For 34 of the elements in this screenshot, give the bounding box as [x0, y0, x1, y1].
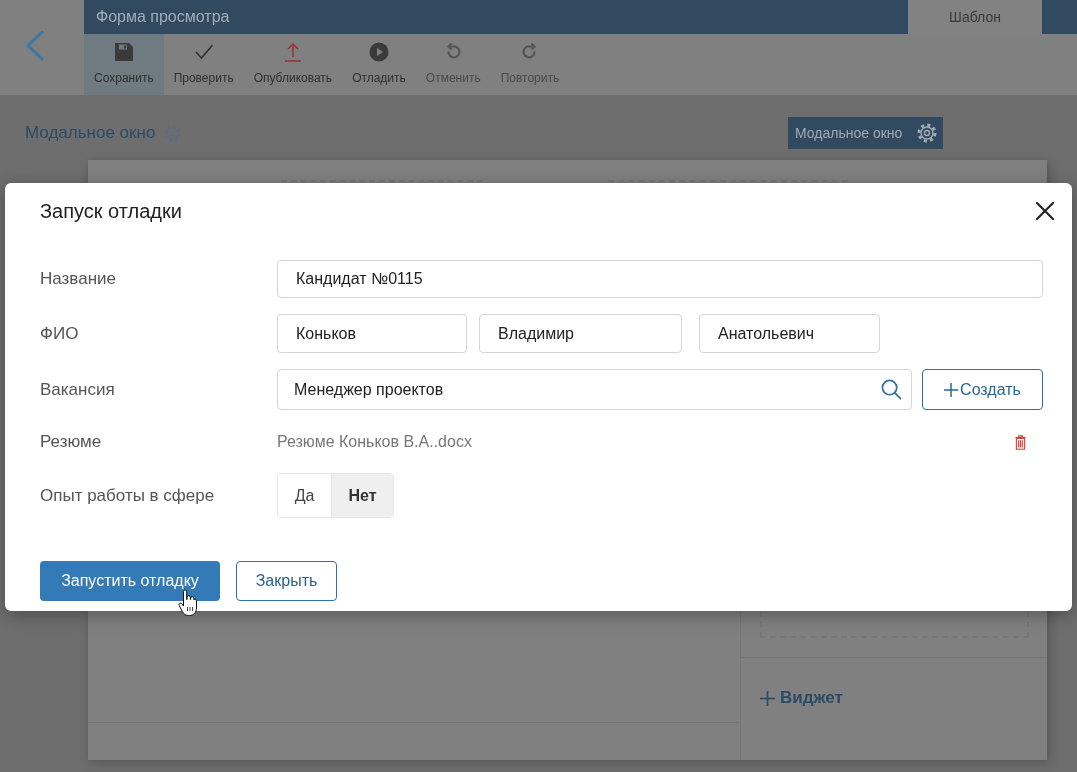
vacancy-lookup-field[interactable]: Менеджер проектов	[277, 369, 912, 410]
search-icon[interactable]	[881, 379, 902, 400]
form-title: Форма просмотра	[96, 8, 230, 26]
field-label: Название	[40, 269, 117, 289]
settings-icon[interactable]	[917, 123, 937, 143]
publish-button[interactable]: Опубликовать	[243, 34, 343, 95]
close-button[interactable]: Закрыть	[236, 561, 337, 601]
title-field[interactable]: Кандидат №0115	[277, 260, 1043, 298]
trash-icon[interactable]	[1015, 434, 1026, 450]
field-label: ФИО	[40, 323, 80, 344]
field-label: Опыт работы в сфере	[40, 485, 216, 506]
surname-field[interactable]: Коньков	[277, 314, 467, 353]
add-widget-link[interactable]: Виджет	[760, 688, 843, 708]
check-button[interactable]: Проверить	[163, 34, 244, 95]
start-debug-button[interactable]: Запустить отладку	[40, 561, 220, 601]
file-link[interactable]: Резюме Коньков В.А..docx	[277, 433, 472, 451]
field-label: Резюме	[40, 432, 103, 452]
toggle-option[interactable]: Нет	[331, 474, 393, 517]
check-icon	[193, 42, 214, 62]
field-label: Вакансия	[40, 379, 116, 400]
patronymic-field[interactable]: Анатольевич	[699, 314, 880, 353]
upload-icon	[282, 42, 303, 62]
template-tab[interactable]: Шаблон	[908, 0, 1042, 34]
first-name-field[interactable]: Владимир	[479, 314, 682, 353]
save-button[interactable]: Сохранить	[84, 34, 164, 95]
play-icon	[368, 42, 389, 62]
plus-icon	[944, 382, 959, 397]
page-title: Модальное окно	[25, 123, 156, 143]
debug-button[interactable]: Отладить	[342, 34, 416, 95]
dialog-title: Запуск отладки	[40, 199, 182, 223]
plus-icon	[760, 690, 775, 706]
modal-window-chip[interactable]: Модальное окно	[788, 117, 943, 149]
close-icon[interactable]	[1035, 201, 1055, 221]
create-button[interactable]: Создать	[922, 369, 1043, 410]
